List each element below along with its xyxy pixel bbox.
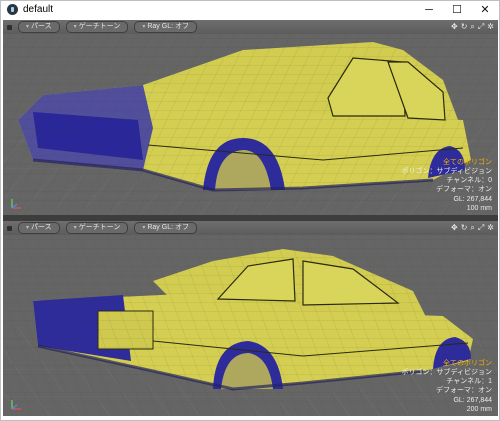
viewport-nav-icons: ✥ ↻ ⌕ ⤢ ✲: [451, 20, 494, 34]
viewport-info-overlay: 全てのポリゴン ポリゴン：サブディビジョン チャンネル：1 デフォーマ：オン G…: [401, 359, 492, 414]
dropdown-arrow-icon: ▾: [73, 24, 77, 30]
info-scale: 200 mm: [466, 405, 492, 413]
rotate-view-icon[interactable]: ↻: [461, 224, 468, 232]
shading-mode-dropdown[interactable]: ▾ ゲーチトーン: [65, 222, 129, 234]
title-bar: default ─ ☐ ✕: [1, 1, 499, 18]
viewport-info-overlay: 全てのポリゴン ポリゴン：サブディビジョン チャンネル：0 デフォーマ：オン G…: [401, 158, 492, 213]
settings-icon[interactable]: ✲: [487, 23, 494, 31]
viewport-top[interactable]: ▾ パース ▾ ゲーチトーン ▾ Ray GL: オフ ✥ ↻ ⌕ ⤢ ✲ 全てのポリ…: [3, 20, 498, 215]
info-channel: チャンネル：0: [446, 177, 492, 185]
info-title: 全てのポリゴン: [443, 359, 492, 367]
maximize-button[interactable]: ☐: [443, 1, 471, 18]
zoom-view-icon[interactable]: ⌕: [470, 224, 474, 232]
move-view-icon[interactable]: ✥: [451, 23, 458, 31]
info-title: 全てのポリゴン: [443, 158, 492, 166]
info-gl: GL: 267,844: [453, 195, 492, 203]
fit-view-icon[interactable]: ⤢: [478, 224, 484, 232]
zoom-view-icon[interactable]: ⌕: [470, 23, 474, 31]
info-deformer: デフォーマ：オン: [436, 186, 492, 194]
raygl-dropdown[interactable]: ▾ Ray GL: オフ: [134, 21, 197, 33]
window-controls: ─ ☐ ✕: [415, 1, 499, 18]
minimize-button[interactable]: ─: [415, 1, 443, 18]
viewport-nav-icons: ✥ ↻ ⌕ ⤢ ✲: [451, 221, 494, 235]
window-title: default: [23, 4, 54, 15]
viewport-toolbar: ▾ パース ▾ ゲーチトーン ▾ Ray GL: オフ ✥ ↻ ⌕ ⤢ ✲: [3, 221, 498, 235]
info-channel: チャンネル：1: [446, 378, 492, 386]
viewport-toolbar: ▾ パース ▾ ゲーチトーン ▾ Ray GL: オフ ✥ ↻ ⌕ ⤢ ✲: [3, 20, 498, 34]
info-polygon: ポリゴン：サブディビジョン: [401, 368, 492, 376]
axis-gizmo-icon: [11, 199, 21, 209]
dropdown-arrow-icon: ▾: [26, 24, 30, 30]
dropdown-arrow-icon: ▾: [73, 225, 77, 231]
viewport-bottom[interactable]: ▾ パース ▾ ゲーチトーン ▾ Ray GL: オフ ✥ ↻ ⌕ ⤢ ✲ 全てのポリ…: [3, 221, 498, 416]
viewport-menu-icon[interactable]: [7, 24, 12, 30]
view-mode-dropdown[interactable]: ▾ パース: [18, 222, 60, 234]
fit-view-icon[interactable]: ⤢: [478, 23, 484, 31]
dropdown-arrow-icon: ▾: [142, 24, 146, 30]
shading-mode-dropdown[interactable]: ▾ ゲーチトーン: [65, 21, 129, 33]
move-view-icon[interactable]: ✥: [451, 224, 458, 232]
info-gl: GL: 267,844: [453, 396, 492, 404]
axis-gizmo-icon: [11, 400, 21, 410]
viewport-menu-icon[interactable]: [7, 225, 12, 231]
info-deformer: デフォーマ：オン: [436, 387, 492, 395]
dropdown-arrow-icon: ▾: [26, 225, 30, 231]
info-scale: 100 mm: [466, 204, 492, 212]
dropdown-arrow-icon: ▾: [142, 225, 146, 231]
info-polygon: ポリゴン：サブディビジョン: [401, 167, 492, 175]
app-window: default ─ ☐ ✕ ▾ パース ▾ ゲーチトーン ▾ Ray GL: オ…: [0, 0, 500, 421]
settings-icon[interactable]: ✲: [487, 224, 494, 232]
close-button[interactable]: ✕: [471, 1, 499, 18]
view-mode-dropdown[interactable]: ▾ パース: [18, 21, 60, 33]
raygl-dropdown[interactable]: ▾ Ray GL: オフ: [134, 222, 197, 234]
rotate-view-icon[interactable]: ↻: [461, 23, 468, 31]
app-logo-icon: [7, 4, 18, 15]
